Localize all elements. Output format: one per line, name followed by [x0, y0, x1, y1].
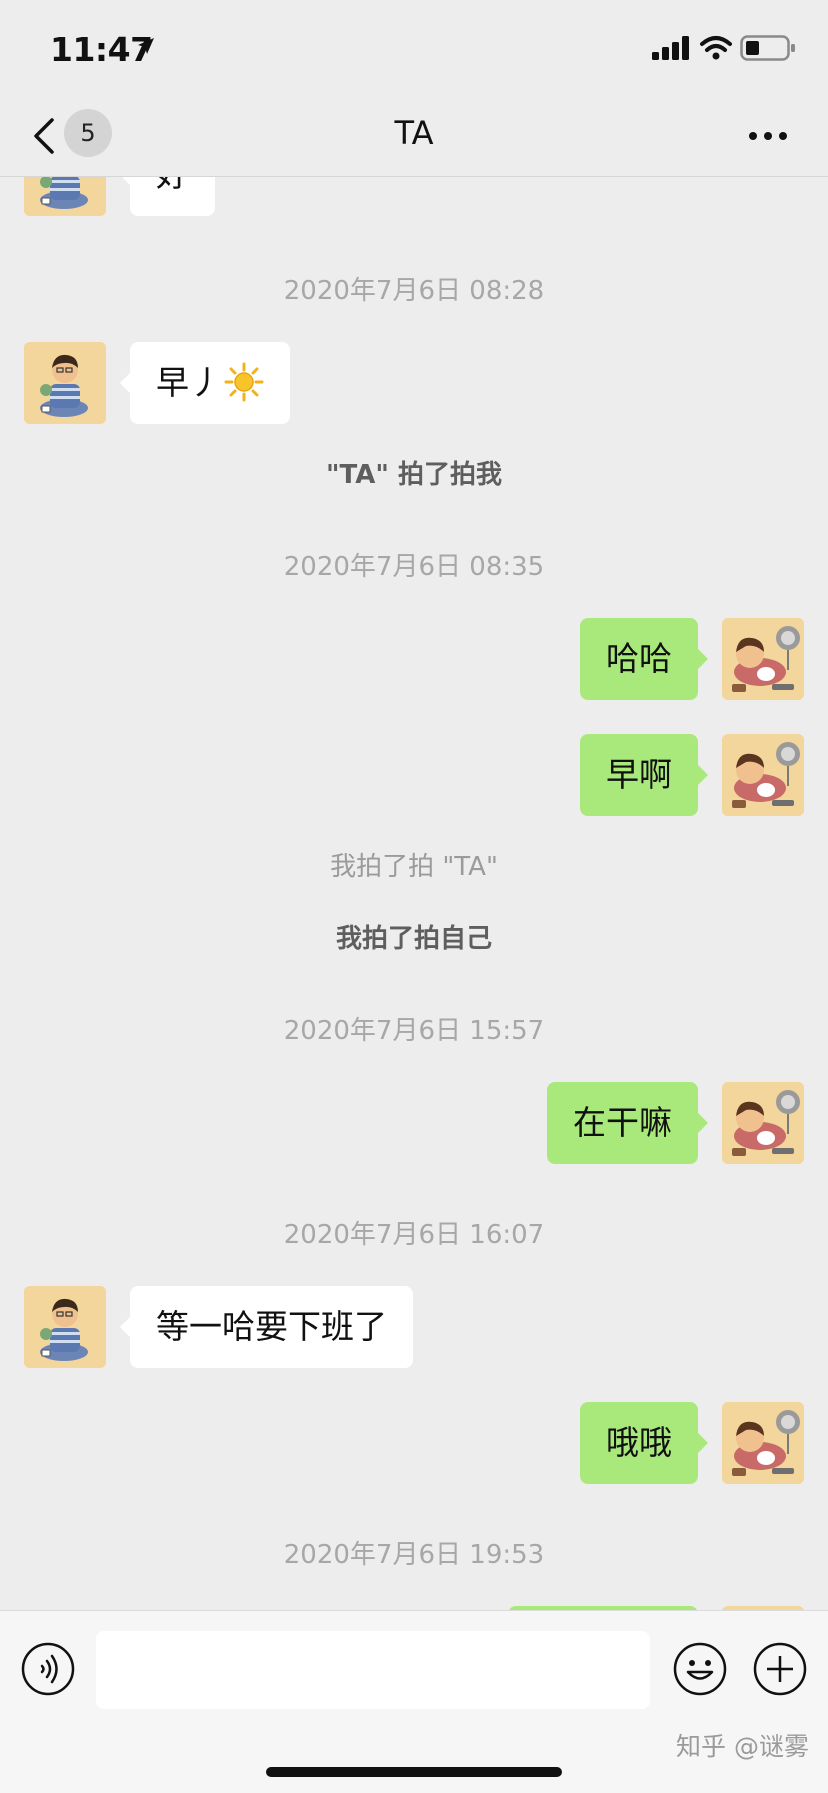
message-outgoing: 哦哦: [0, 1402, 828, 1484]
message-outgoing: 在干嘛: [0, 1082, 828, 1164]
watermark: 知乎 @谜雾: [676, 1732, 809, 1761]
message-text: 哦哦: [606, 1423, 672, 1462]
plus-icon[interactable]: [752, 1641, 808, 1697]
message-bubble[interactable]: 好: [120, 176, 215, 216]
timestamp: 2020年7月6日 15:57: [283, 1016, 545, 1046]
wifi-icon: [700, 36, 732, 60]
pat-notice: 我拍了拍 "TA": [330, 852, 498, 882]
timestamp: 2020年7月6日 19:53: [283, 1540, 545, 1570]
message-text: 在干嘛: [573, 1103, 672, 1142]
my-avatar[interactable]: [722, 734, 804, 816]
message-text: 早啊: [606, 755, 672, 794]
chat-title: TA: [394, 114, 434, 152]
my-avatar[interactable]: [722, 1082, 804, 1164]
home-indicator[interactable]: [266, 1767, 562, 1777]
message-bubble[interactable]: 哦哦: [580, 1402, 708, 1484]
sun-icon: [224, 362, 264, 401]
my-avatar[interactable]: [722, 1402, 804, 1484]
message-incoming: 等一哈要下班了: [0, 1286, 828, 1368]
message-bubble[interactable]: 早啊: [580, 734, 708, 816]
contact-avatar[interactable]: [24, 176, 106, 216]
battery-icon: [740, 35, 795, 61]
message-incoming: 好: [0, 176, 828, 216]
pat-notice: "TA" 拍了拍我: [326, 460, 502, 490]
message-text: 哈哈: [606, 639, 672, 678]
voice-icon[interactable]: [20, 1641, 76, 1697]
chat-header: 5 TA: [0, 96, 828, 177]
pat-notice: 我拍了拍自己: [335, 924, 492, 954]
more-icon[interactable]: [748, 130, 788, 142]
message-text: 早丿: [156, 363, 222, 402]
contact-avatar[interactable]: [24, 342, 106, 424]
my-avatar[interactable]: [722, 618, 804, 700]
message-outgoing: 早啊: [0, 734, 828, 816]
message-bubble[interactable]: 在干嘛: [547, 1082, 708, 1164]
message-incoming: 早丿: [0, 342, 828, 424]
location-arrow-icon: [138, 38, 154, 54]
status-bar: 11:47: [0, 0, 828, 96]
message-text: 好: [156, 176, 189, 194]
message-outgoing: 哈哈: [0, 618, 828, 700]
contact-avatar[interactable]: [24, 1286, 106, 1368]
timestamp: 2020年7月6日 08:35: [283, 552, 545, 582]
signal-icon: [652, 36, 689, 60]
message-bubble[interactable]: 哈哈: [580, 618, 708, 700]
timestamp: 2020年7月6日 16:07: [283, 1220, 545, 1250]
message-bubble[interactable]: 早丿: [120, 342, 290, 424]
message-input[interactable]: [96, 1631, 650, 1709]
emoji-icon[interactable]: [672, 1641, 728, 1697]
message-text: 等一哈要下班了: [156, 1307, 387, 1346]
message-bubble[interactable]: 等一哈要下班了: [120, 1286, 413, 1368]
timestamp: 2020年7月6日 08:28: [283, 276, 545, 306]
input-bar: 知乎 @谜雾: [0, 1610, 828, 1793]
message-list[interactable]: 好 2020年7月6日 08:28 早丿 "TA" 拍了拍我 2020年7月6日…: [0, 176, 828, 1610]
